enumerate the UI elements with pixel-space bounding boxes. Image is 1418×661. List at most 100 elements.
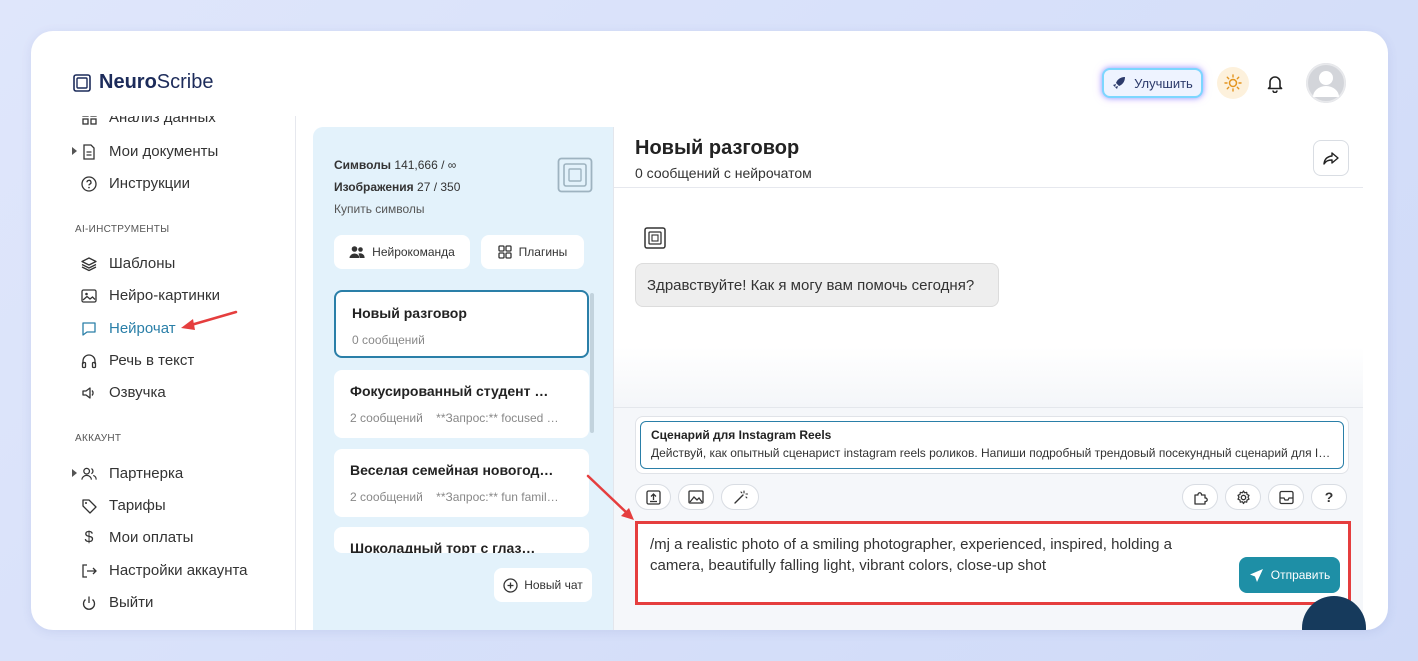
team-icon bbox=[349, 246, 365, 258]
share-button[interactable] bbox=[1313, 140, 1349, 176]
document-icon bbox=[81, 143, 97, 160]
sidebar-item-templates[interactable]: Шаблоны bbox=[81, 255, 175, 272]
chat-icon bbox=[81, 321, 97, 337]
chat-subtitle: 0 сообщений с нейрочатом bbox=[635, 165, 812, 181]
sidebar-item-label: Нейро-картинки bbox=[109, 287, 220, 304]
app-logo[interactable]: NeuroScribe bbox=[73, 71, 214, 94]
settings-button[interactable] bbox=[1225, 484, 1261, 510]
help-button[interactable]: ? bbox=[1311, 484, 1347, 510]
magic-wand-icon bbox=[733, 489, 748, 504]
chat-item-title: Веселая семейная новогод… bbox=[350, 462, 554, 478]
images-label: Изображения bbox=[334, 180, 414, 194]
users-icon bbox=[81, 466, 97, 482]
sidebar-item-speech-to-text[interactable]: Речь в текст bbox=[81, 352, 194, 369]
sidebar-item-my-payments[interactable]: $ Мои оплаты bbox=[81, 529, 194, 547]
sidebar: Анализ данных Мои документы Инструкции A… bbox=[31, 116, 296, 630]
help-label: ? bbox=[1324, 489, 1334, 505]
prompt-suggestion-box: Сценарий для Instagram Reels Действуй, к… bbox=[635, 416, 1349, 474]
image-button[interactable] bbox=[678, 484, 714, 510]
send-plane-icon bbox=[1249, 568, 1263, 582]
sidebar-item-label: Партнерка bbox=[109, 465, 184, 482]
puzzle-icon bbox=[1193, 491, 1208, 505]
inbox-icon bbox=[1278, 490, 1294, 504]
plugins-tool-button[interactable] bbox=[1182, 484, 1218, 510]
speaker-icon bbox=[81, 385, 97, 401]
expand-caret-icon[interactable] bbox=[72, 469, 77, 477]
chat-list-item[interactable]: Новый разговор 0 сообщений bbox=[334, 290, 589, 358]
new-chat-button[interactable]: Новый чат bbox=[494, 568, 592, 602]
rocket-icon bbox=[1113, 77, 1126, 89]
bot-message-bubble: Здравствуйте! Как я могу вам помочь сего… bbox=[635, 263, 999, 307]
chat-item-meta: 2 сообщений **Запрос:** fun famil… bbox=[350, 490, 573, 504]
expand-caret-icon[interactable] bbox=[72, 147, 77, 155]
chat-list-item[interactable]: Фокусированный студент … 2 сообщений **З… bbox=[334, 370, 589, 438]
section-title-account: АККАУНТ bbox=[75, 433, 122, 444]
chat-item-preview: **Запрос:** fun famil… bbox=[436, 490, 559, 504]
upload-icon bbox=[645, 489, 661, 505]
list-scrollbar[interactable] bbox=[590, 293, 594, 433]
usage-stats: Символы 141,666 / ∞ Изображения 27 / 350… bbox=[334, 154, 460, 220]
bot-avatar-icon bbox=[644, 227, 666, 249]
upgrade-button[interactable]: Улучшить bbox=[1102, 68, 1203, 98]
sidebar-item-voiceover[interactable]: Озвучка bbox=[81, 384, 166, 401]
sidebar-item-instructions[interactable]: Инструкции bbox=[81, 175, 190, 192]
sidebar-item-my-documents[interactable]: Мои документы bbox=[72, 143, 219, 160]
sidebar-item-tariffs[interactable]: Тарифы bbox=[81, 497, 166, 514]
magic-wand-button[interactable] bbox=[721, 484, 759, 510]
notifications-bell-icon[interactable] bbox=[1265, 73, 1285, 98]
share-arrow-icon bbox=[1323, 152, 1339, 165]
image-icon bbox=[688, 490, 704, 504]
upgrade-label: Улучшить bbox=[1134, 75, 1193, 91]
message-fade bbox=[614, 347, 1363, 407]
neuro-team-label: Нейрокоманда bbox=[372, 245, 455, 259]
sidebar-item-label: Речь в текст bbox=[109, 352, 195, 369]
sun-icon bbox=[1224, 74, 1242, 92]
chat-item-title: Фокусированный студент … bbox=[350, 383, 549, 399]
layers-icon bbox=[81, 256, 97, 272]
message-input-text: /mj a realistic photo of a smiling photo… bbox=[650, 536, 1172, 574]
power-icon bbox=[81, 595, 97, 611]
neuro-team-button[interactable]: Нейрокоманда bbox=[334, 235, 470, 269]
logo-icon bbox=[73, 73, 91, 92]
app-name: NeuroScribe bbox=[99, 71, 214, 93]
send-label: Отправить bbox=[1270, 568, 1331, 582]
sidebar-item-neurochat[interactable]: Нейрочат bbox=[81, 320, 176, 337]
chat-list-item[interactable]: Веселая семейная новогод… 2 сообщений **… bbox=[334, 449, 589, 517]
new-chat-label: Новый чат bbox=[524, 578, 583, 592]
sidebar-item-data-analysis[interactable]: Анализ данных bbox=[81, 116, 216, 126]
sidebar-item-partner[interactable]: Партнерка bbox=[72, 465, 184, 482]
user-avatar[interactable] bbox=[1306, 63, 1346, 103]
symbols-label: Символы bbox=[334, 158, 392, 172]
brand-mark-icon bbox=[557, 157, 593, 193]
grid-icon bbox=[498, 245, 512, 259]
plus-circle-icon bbox=[503, 577, 518, 593]
red-annotation-arrow-icon bbox=[586, 474, 634, 520]
chat-list-item[interactable]: Шоколадный торт с глаз… bbox=[334, 527, 589, 553]
plugins-label: Плагины bbox=[518, 245, 568, 259]
sidebar-item-logout[interactable]: Выйти bbox=[81, 594, 153, 611]
buy-symbols-link[interactable]: Купить символы bbox=[334, 198, 460, 220]
theme-toggle-button[interactable] bbox=[1217, 67, 1249, 99]
chat-item-count: 2 сообщений bbox=[350, 490, 423, 504]
sidebar-item-label: Выйти bbox=[109, 594, 154, 611]
chat-item-meta: 2 сообщений **Запрос:** focused … bbox=[350, 411, 573, 425]
send-button[interactable]: Отправить bbox=[1239, 557, 1340, 593]
sidebar-item-neuro-images[interactable]: Нейро-картинки bbox=[81, 287, 220, 304]
composer: Сценарий для Instagram Reels Действуй, к… bbox=[614, 407, 1366, 630]
sidebar-item-label: Мои документы bbox=[109, 143, 219, 160]
prompt-text: Действуй, как опытный сценарист instagra… bbox=[651, 446, 1333, 460]
chat-item-title: Новый разговор bbox=[352, 305, 467, 321]
app-window: NeuroScribe Улучшить Анализ данных Мои д… bbox=[31, 31, 1388, 630]
prompt-suggestion[interactable]: Сценарий для Instagram Reels Действуй, к… bbox=[640, 421, 1344, 469]
sidebar-item-label: Настройки аккаунта bbox=[109, 562, 248, 579]
grid-icon bbox=[81, 116, 97, 126]
sidebar-item-label: Анализ данных bbox=[109, 116, 216, 126]
headphones-icon bbox=[81, 353, 97, 369]
plugins-button[interactable]: Плагины bbox=[481, 235, 584, 269]
sidebar-item-account-settings[interactable]: Настройки аккаунта bbox=[81, 562, 248, 579]
chat-title: Новый разговор bbox=[635, 137, 800, 159]
gear-icon bbox=[1236, 489, 1250, 504]
inbox-button[interactable] bbox=[1268, 484, 1304, 510]
chat-list-panel: Символы 141,666 / ∞ Изображения 27 / 350… bbox=[313, 127, 613, 630]
chat-area: Новый разговор 0 сообщений с нейрочатом … bbox=[613, 127, 1366, 630]
